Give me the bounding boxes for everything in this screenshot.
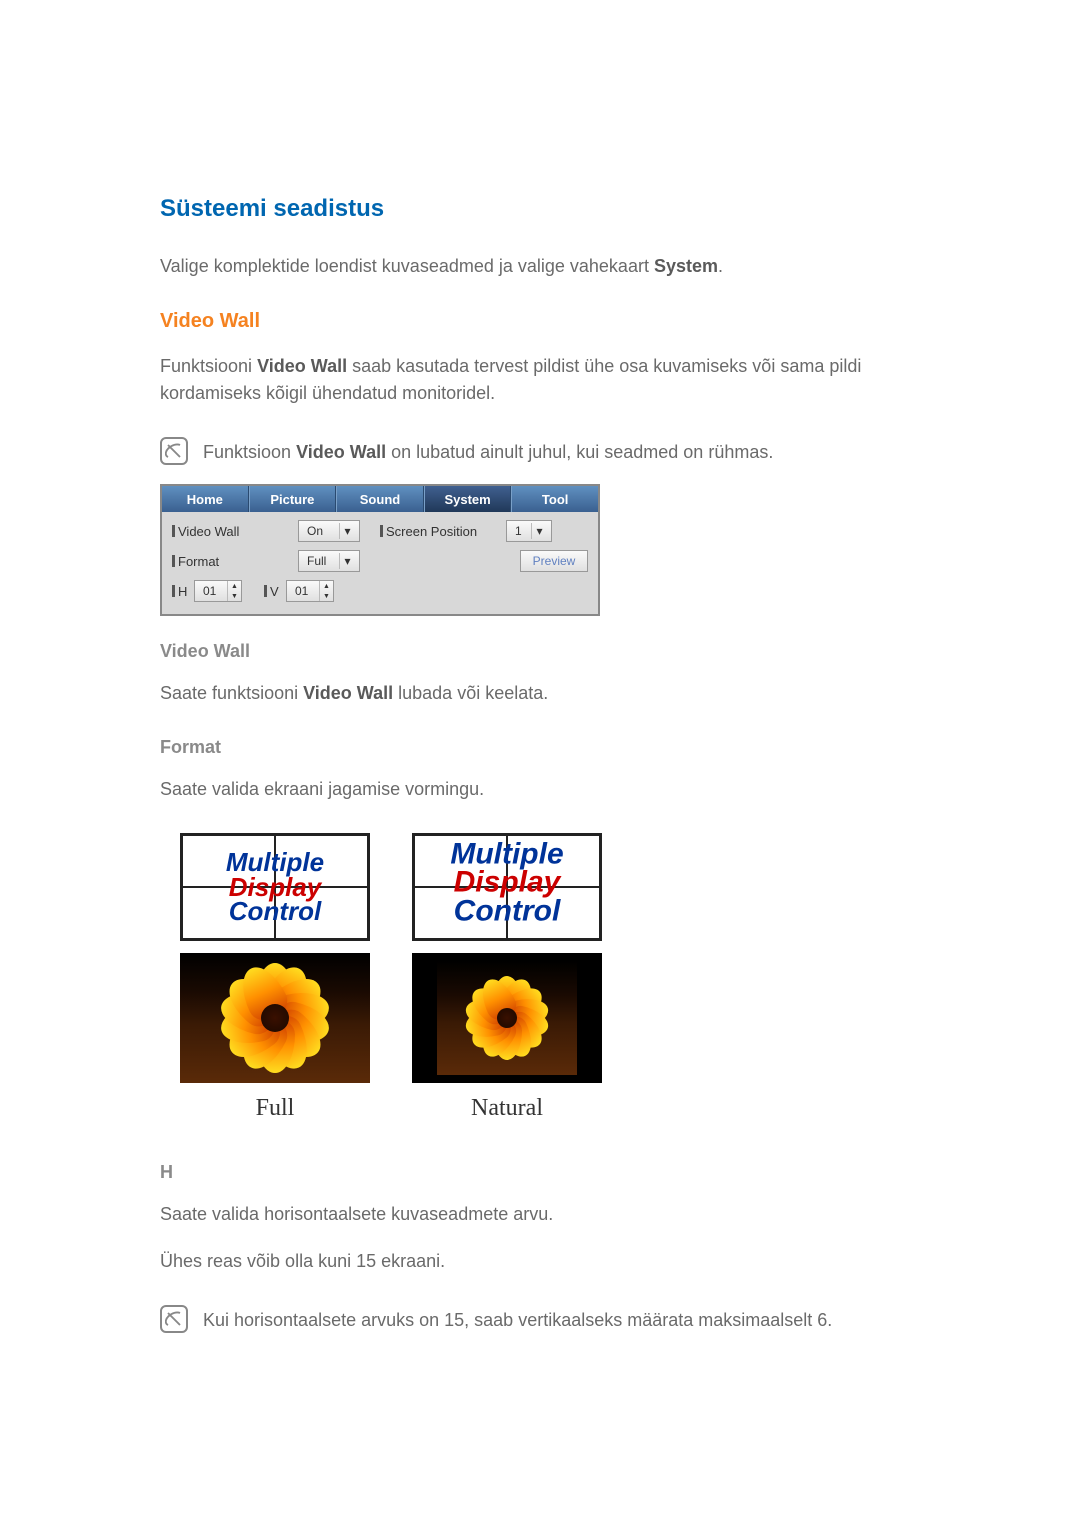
format-diagram-full: Multiple Display Control	[180, 833, 370, 941]
intro-text-post: .	[718, 256, 723, 276]
spinner-v-buttons[interactable]: ▲▼	[319, 581, 333, 601]
dropdown-video-wall[interactable]: On ▾	[298, 520, 360, 542]
vw-desc-bold: Video Wall	[257, 356, 347, 376]
video-wall-description: Funktsiooni Video Wall saab kasutada ter…	[160, 353, 920, 407]
panel-row-2: Format Full ▾ Preview	[172, 550, 588, 572]
diagram-text-full: Multiple Display Control	[226, 850, 324, 924]
chevron-down-icon: ▼	[319, 591, 333, 601]
tab-home[interactable]: Home	[162, 486, 249, 512]
intro-text-pre: Valige komplektide loendist kuvaseadmed …	[160, 256, 654, 276]
heading-system-settings: Süsteemi seadistus	[160, 195, 920, 223]
intro-paragraph: Valige komplektide loendist kuvaseadmed …	[160, 253, 920, 280]
label-h: H	[172, 584, 188, 599]
label-screen-position: Screen Position	[380, 524, 500, 539]
vw-desc-pre: Funktsiooni	[160, 356, 257, 376]
note-h-limit: Kui horisontaalsete arvuks on 15, saab v…	[160, 1305, 920, 1334]
note-text-1: Funktsioon Video Wall on lubatud ainult …	[203, 437, 773, 466]
chevron-down-icon: ▾	[339, 523, 355, 539]
tabs-row: Home Picture Sound System Tool	[162, 486, 598, 512]
chevron-down-icon: ▼	[227, 591, 241, 601]
note-icon	[160, 437, 188, 465]
sub-h-text-2: Ühes reas võib olla kuni 15 ekraani.	[160, 1248, 920, 1275]
note1-bold: Video Wall	[296, 442, 386, 462]
settings-panel: Home Picture Sound System Tool Video Wal…	[160, 484, 600, 616]
subheading-h: H	[160, 1162, 920, 1183]
svw-post: lubada või keelata.	[393, 683, 548, 703]
chevron-up-icon: ▲	[319, 581, 333, 591]
diagram-text-natural: Multiple Display Control	[450, 840, 563, 926]
panel-body: Video Wall On ▾ Screen Position 1 ▾ Form…	[162, 512, 598, 614]
chevron-down-icon: ▾	[531, 523, 547, 539]
format-col-full: Multiple Display Control Full	[180, 833, 370, 1122]
spinner-h-buttons[interactable]: ▲▼	[227, 581, 241, 601]
label-format: Format	[172, 554, 292, 569]
heading-video-wall: Video Wall	[160, 310, 920, 333]
note1-pre: Funktsioon	[203, 442, 296, 462]
spinner-v-value: 01	[295, 584, 308, 598]
svw-bold: Video Wall	[303, 683, 393, 703]
note-text-2: Kui horisontaalsete arvuks on 15, saab v…	[203, 1305, 832, 1334]
format-col-natural: Multiple Display Control Natural	[412, 833, 602, 1122]
subheading-video-wall: Video Wall	[160, 641, 920, 662]
dropdown-screen-position[interactable]: 1 ▾	[506, 520, 552, 542]
note-video-wall-group: Funktsioon Video Wall on lubatud ainult …	[160, 437, 920, 466]
format-diagram-natural: Multiple Display Control	[412, 833, 602, 941]
dropdown-format-value: Full	[307, 554, 326, 568]
sub-h-text-1: Saate valida horisontaalsete kuvaseadmet…	[160, 1201, 920, 1228]
format-examples: Multiple Display Control Full Multiple D…	[180, 833, 920, 1122]
panel-row-1: Video Wall On ▾ Screen Position 1 ▾	[172, 520, 588, 542]
format-photo-natural	[412, 953, 602, 1083]
note1-post: on lubatud ainult juhul, kui seadmed on …	[386, 442, 773, 462]
format-label-full: Full	[256, 1095, 295, 1122]
flower-icon	[215, 958, 335, 1078]
spinner-h[interactable]: 01 ▲▼	[194, 580, 242, 602]
tab-tool[interactable]: Tool	[511, 486, 598, 512]
label-v: V	[264, 584, 280, 599]
tab-sound[interactable]: Sound	[336, 486, 424, 512]
chevron-down-icon: ▾	[339, 553, 355, 569]
dropdown-format[interactable]: Full ▾	[298, 550, 360, 572]
panel-row-3: H 01 ▲▼ V 01 ▲▼	[172, 580, 588, 602]
svw-pre: Saate funktsiooni	[160, 683, 303, 703]
tab-picture[interactable]: Picture	[249, 486, 337, 512]
tab-system[interactable]: System	[424, 486, 512, 512]
dropdown-screen-position-value: 1	[515, 524, 522, 538]
dropdown-video-wall-value: On	[307, 524, 323, 538]
sub-video-wall-text: Saate funktsiooni Video Wall lubada või …	[160, 680, 920, 707]
sub-format-text: Saate valida ekraani jagamise vormingu.	[160, 776, 920, 803]
chevron-up-icon: ▲	[227, 581, 241, 591]
label-video-wall: Video Wall	[172, 524, 292, 539]
format-label-natural: Natural	[471, 1095, 543, 1122]
note-icon	[160, 1305, 188, 1333]
flower-icon	[462, 973, 552, 1063]
intro-bold: System	[654, 256, 718, 276]
format-photo-full	[180, 953, 370, 1083]
spinner-v[interactable]: 01 ▲▼	[286, 580, 334, 602]
spinner-h-value: 01	[203, 584, 216, 598]
subheading-format: Format	[160, 737, 920, 758]
preview-button[interactable]: Preview	[520, 550, 588, 572]
